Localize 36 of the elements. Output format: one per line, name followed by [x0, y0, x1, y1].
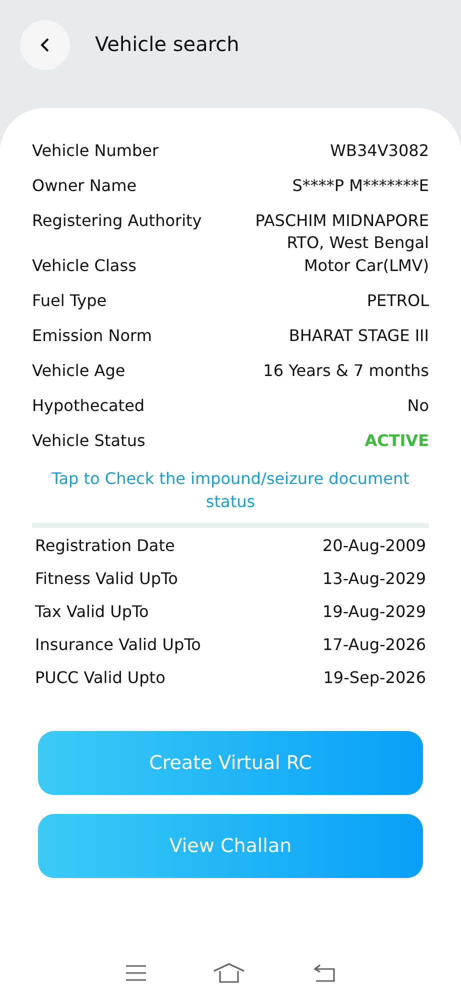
field-label: Owner Name	[32, 175, 137, 197]
field-label: Tax Valid UpTo	[35, 602, 149, 624]
field-value: No	[407, 394, 429, 417]
field-value: 19-Aug-2029	[322, 602, 426, 624]
field-value: PETROL	[366, 290, 429, 312]
field-value: BHARAT STAGE III	[288, 324, 429, 347]
field-label: Registering Authority	[32, 210, 202, 232]
field-label: Vehicle Number	[32, 140, 159, 162]
back-icon	[40, 37, 50, 53]
field-value: 16 Years & 7 months	[263, 360, 429, 382]
field-label: Emission Norm	[32, 324, 152, 347]
field-label: Vehicle Age	[32, 360, 126, 382]
field-label: Registration Date	[35, 536, 175, 558]
action-button[interactable]: View Challan	[38, 814, 423, 878]
field-value: 19-Sep-2026	[323, 668, 426, 690]
impound-status-link[interactable]: Tap to Check the impound/seizure document status	[32, 464, 429, 514]
field-value: S****P M*******E	[292, 175, 429, 197]
field-label: Insurance Valid UpTo	[35, 635, 201, 656]
field-value: 20-Aug-2009	[322, 536, 426, 558]
field-label: Vehicle Class	[32, 254, 136, 277]
field-label: PUCC Valid Upto	[35, 668, 166, 690]
field-value: 17-Aug-2026	[322, 635, 426, 656]
field-value: 13-Aug-2029	[322, 569, 426, 590]
field-label: Fitness Valid UpTo	[35, 569, 178, 590]
status-value: ACTIVE	[364, 430, 429, 452]
menu-icon[interactable]	[125, 964, 148, 982]
field-label: Vehicle Status	[32, 430, 146, 452]
action-button[interactable]: Create Virtual RC	[38, 731, 423, 796]
back-arrow-icon[interactable]	[312, 962, 336, 982]
home-icon[interactable]	[213, 962, 246, 982]
field-value: PASCHIM MIDNAPORE RTO, West Bengal	[254, 210, 429, 254]
field-value: Motor Car(LMV)	[304, 254, 429, 277]
field-label: Fuel Type	[32, 290, 107, 312]
field-label: Hypothecated	[32, 394, 145, 417]
field-value: WB34V3082	[330, 140, 429, 162]
screen-title: Vehicle search	[95, 32, 240, 56]
